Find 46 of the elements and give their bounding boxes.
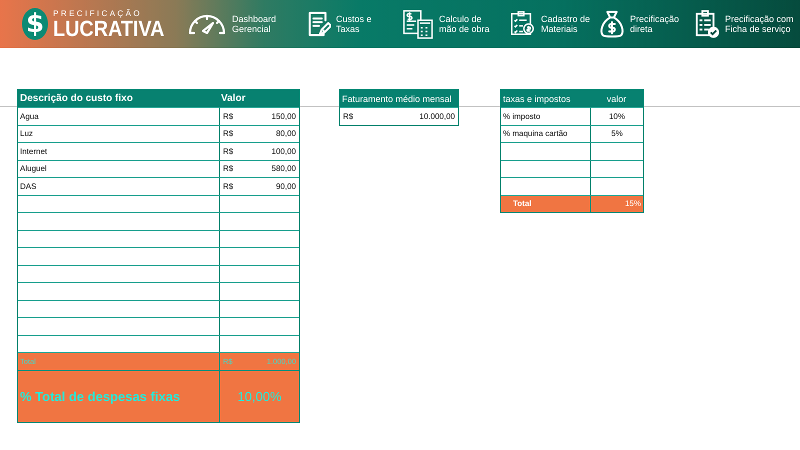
table-cell: R$ [343,112,354,121]
note-with-pen-icon [307,10,331,38]
brand-tagline: PRECIFICAÇÃO [53,8,143,18]
table-cell: 10.000,00 [419,112,455,121]
empty-cell [590,160,643,177]
table-cell: 5% [611,129,623,138]
table-cell: Aluguel [20,164,47,174]
table-cell: 90,00 [276,182,296,191]
nav-link[interactable]: Dashboard Gerencial [187,12,307,36]
column-header: Descrição do custo fixo [18,90,219,107]
column-header: Valor [219,90,299,107]
money-bag-icon [599,9,625,39]
clipboard-check-icon [694,9,720,39]
total-value: 15% [624,199,641,208]
table-cell: Luz [20,129,33,138]
column-header: taxas e impostos [501,90,590,107]
checklist-icon [508,10,536,38]
column-header: Faturamento médio mensal [340,90,458,107]
table-cell: 100,00 [272,146,296,156]
calculator-and-bill-icon [402,9,434,39]
nav-link[interactable]: Cadastro de Materiais [508,10,599,38]
gauge-icon [187,12,227,36]
table-cell: % maquina cartão [503,129,568,138]
table-cell: 150,00 [272,112,296,121]
total-label: Total [513,199,532,208]
table-cell: R$ [223,112,234,121]
column-header: valor [590,90,643,107]
total-percent-value: 10,00% [237,388,282,404]
total-percent-label: % Total de despesas fixas [20,388,180,404]
brand-name: LUCRATIVA [53,18,165,40]
table-cell: R$ [223,182,234,191]
table-cell: R$ [223,129,234,138]
table-cell: 10% [608,112,625,121]
nav-link[interactable]: Precificação direta [599,9,694,39]
table-cell: 80,00 [276,129,296,138]
table-cell: R$ [223,146,234,156]
table-cell: % imposto [503,112,540,121]
table-cell: DAS [20,182,36,191]
table-cell: 580,00 [272,164,296,174]
table-cell: Internet [20,146,48,156]
table-cell: R$ [223,164,234,174]
nav-link[interactable]: Custos e Taxas [307,10,402,38]
nav-link[interactable]: Calculo de mão de obra [402,9,508,39]
nav-link[interactable]: Precificação com Ficha de serviço [694,9,794,39]
dollar-coin-icon: $ [22,8,48,40]
table-cell: Agua [20,112,39,121]
